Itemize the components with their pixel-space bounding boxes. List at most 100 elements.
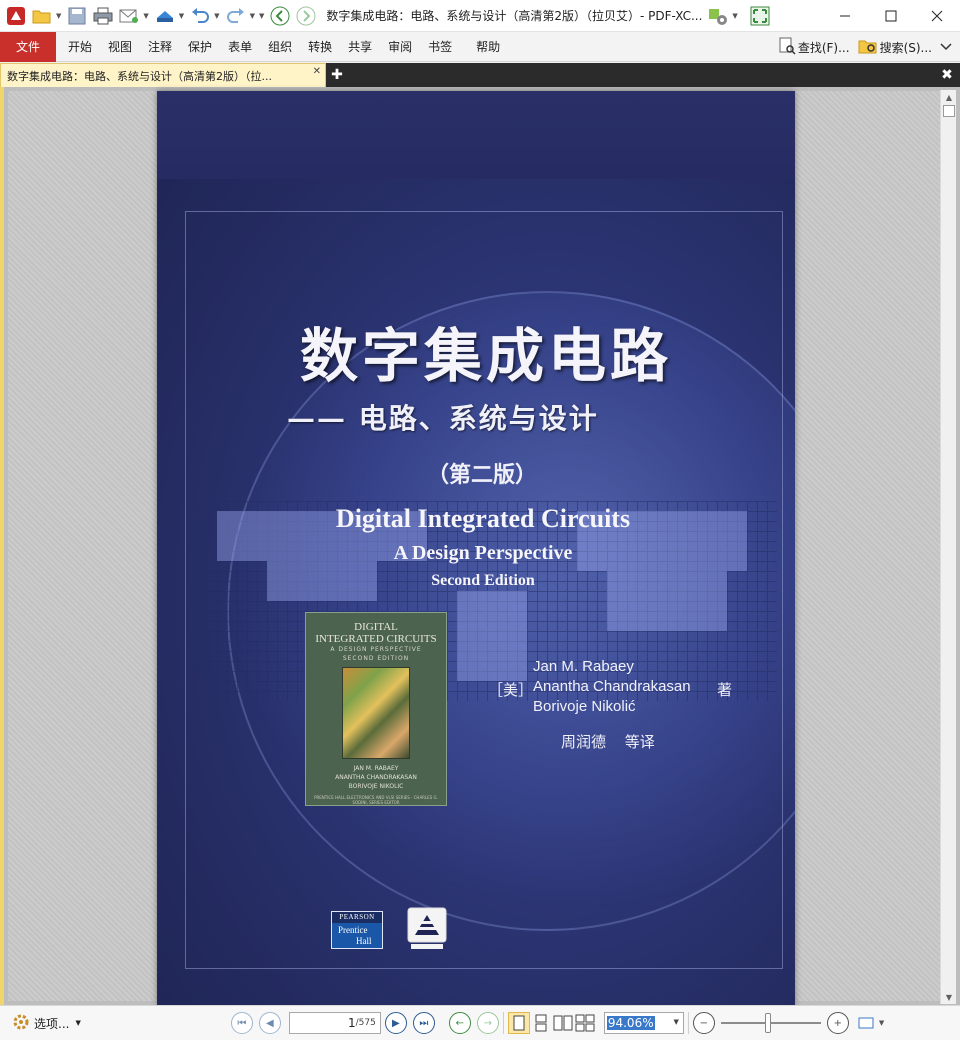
tab-close-icon[interactable]: ✕	[313, 66, 321, 77]
first-page-button[interactable]: ⏮	[230, 1012, 253, 1034]
pdf-page[interactable]: 数字集成电路 —— 电路、系统与设计 （第二版） Digital Integra…	[157, 91, 795, 1005]
prev-page-button[interactable]: ◀	[258, 1012, 281, 1034]
author-name: Anantha Chandrakasan	[533, 678, 691, 695]
page-number-field[interactable]: 1 /575	[288, 1012, 381, 1034]
previous-view-button[interactable]: ←	[448, 1012, 471, 1034]
find-icon	[778, 37, 796, 58]
fit-dropdown-icon[interactable]: ▼	[879, 1019, 884, 1027]
redo-icon[interactable]	[224, 4, 248, 28]
cover-cn-edition: （第二版）	[426, 462, 537, 488]
find-label: 查找(F)...	[797, 40, 850, 55]
search-icon	[858, 37, 878, 58]
scroll-up-arrow[interactable]: ▲	[941, 90, 957, 104]
mini-cover-publisher: PRENTICE HALL ELECTRONICS AND VLSI SERIE…	[314, 795, 438, 805]
cover-en-edition: Second Edition	[431, 572, 535, 589]
zoom-slider[interactable]	[720, 1013, 821, 1033]
cover-en-subtitle: A Design Perspective	[393, 542, 573, 564]
menu-convert[interactable]: 转换	[300, 32, 340, 62]
author-name: Jan M. Rabaey	[533, 658, 634, 675]
next-page-button[interactable]: ▶	[384, 1012, 407, 1034]
zoom-combo[interactable]: 94.06% ▼	[603, 1012, 684, 1034]
close-all-tabs-icon[interactable]: ✖	[938, 66, 956, 84]
search-label: 搜索(S)...	[879, 40, 932, 55]
undo-icon[interactable]	[188, 4, 212, 28]
scan-icon[interactable]	[153, 4, 177, 28]
fullscreen-icon[interactable]	[748, 4, 772, 28]
email-dropdown-icon[interactable]: ▼	[143, 12, 148, 20]
mini-cover-title-line2: INTEGRATED CIRCUITS	[315, 633, 437, 645]
document-tab[interactable]: 数字集成电路：电路、系统与设计（高清第2版）（拉... ✕	[0, 63, 326, 87]
menu-form[interactable]: 表单	[220, 32, 260, 62]
forward-icon[interactable]	[294, 4, 318, 28]
mini-cover-title-line1: DIGITAL	[354, 621, 398, 633]
zoom-out-button[interactable]: −	[692, 1012, 715, 1034]
authors-nationality: ［美］	[488, 681, 534, 699]
separator	[502, 1012, 504, 1034]
zoom-slider-knob[interactable]	[764, 1013, 771, 1033]
options-button[interactable]: 选项... ▼	[12, 1013, 81, 1034]
redo-dropdown-icon[interactable]: ▼	[250, 12, 255, 20]
menu-protect[interactable]: 保护	[180, 32, 220, 62]
save-icon[interactable]	[65, 4, 89, 28]
email-icon[interactable]	[117, 4, 141, 28]
customize-dropdown-icon[interactable]: ▼	[259, 12, 264, 20]
menu-organize[interactable]: 组织	[260, 32, 300, 62]
facing-view-icon[interactable]	[552, 1012, 574, 1034]
plugin-settings-icon[interactable]	[706, 4, 730, 28]
continuous-view-icon[interactable]	[530, 1012, 552, 1034]
original-cover-thumbnail: DIGITAL INTEGRATED CIRCUITS A DESIGN PER…	[305, 612, 447, 806]
mini-cover-author: ANANTHA CHANDRAKASAN	[335, 774, 417, 781]
authors-suffix: 著	[717, 681, 733, 699]
zoom-dropdown-icon[interactable]: ▼	[673, 1018, 678, 1026]
print-icon[interactable]	[91, 4, 115, 28]
open-dropdown-icon[interactable]: ▼	[56, 12, 61, 20]
scroll-down-arrow[interactable]: ▼	[941, 990, 957, 1004]
search-button[interactable]: 搜索(S)...	[858, 37, 932, 58]
total-pages: /575	[355, 1018, 376, 1028]
options-label: 选项...	[34, 1016, 70, 1031]
cover-en-title: Digital Integrated Circuits	[335, 504, 631, 533]
close-window-button[interactable]	[914, 0, 960, 32]
file-menu[interactable]: 文件	[0, 31, 56, 62]
find-button[interactable]: 查找(F)...	[778, 37, 850, 58]
cover-top-band	[157, 91, 795, 179]
next-view-button[interactable]: →	[476, 1012, 499, 1034]
continuous-facing-view-icon[interactable]	[574, 1012, 596, 1034]
new-tab-icon[interactable]: ✚	[328, 65, 346, 85]
single-page-view-icon[interactable]	[507, 1012, 530, 1034]
fit-width-icon[interactable]	[855, 1012, 877, 1034]
app-logo-icon[interactable]	[4, 4, 28, 28]
menu-bookmarks[interactable]: 书签	[420, 32, 460, 62]
options-dropdown-icon: ▼	[75, 1019, 81, 1027]
maximize-button[interactable]	[868, 0, 914, 32]
vertical-scrollbar[interactable]: ▲ ▼	[940, 90, 956, 1004]
back-icon[interactable]	[268, 4, 292, 28]
window-title: 数字集成电路：电路、系统与设计（高清第2版）（拉贝艾）- PDF-XC...	[326, 9, 703, 23]
menu-share[interactable]: 共享	[340, 32, 380, 62]
pearson-logo: PEARSON Prentice Hall	[331, 911, 383, 949]
current-page: 1	[347, 1016, 356, 1030]
mini-cover-author: JAN M. RABAEY	[353, 765, 399, 772]
menu-comment[interactable]: 注释	[140, 32, 180, 62]
scan-dropdown-icon[interactable]: ▼	[179, 12, 184, 20]
cover-cn-title: 数字集成电路	[299, 322, 672, 390]
minimize-button[interactable]	[822, 0, 868, 32]
pearson-logo-top: PEARSON	[332, 912, 382, 923]
author-name: Borivoje Nikolić	[533, 698, 636, 715]
open-folder-icon[interactable]	[30, 4, 54, 28]
zoom-in-button[interactable]: +	[826, 1012, 849, 1034]
menu-view[interactable]: 视图	[100, 32, 140, 62]
document-viewer[interactable]: 数字集成电路 —— 电路、系统与设计 （第二版） Digital Integra…	[0, 87, 960, 1005]
last-page-button[interactable]: ⏭	[412, 1012, 435, 1034]
menu-home[interactable]: 开始	[60, 32, 100, 62]
menu-review[interactable]: 审阅	[380, 32, 420, 62]
plugin-dropdown-icon[interactable]: ▼	[732, 12, 737, 20]
undo-dropdown-icon[interactable]: ▼	[214, 12, 219, 20]
ribbon-collapse-icon[interactable]	[940, 42, 952, 52]
viewer-canvas: 数字集成电路 —— 电路、系统与设计 （第二版） Digital Integra…	[8, 91, 944, 1005]
scroll-thumb[interactable]	[943, 105, 955, 117]
menu-help[interactable]: 帮助	[468, 32, 508, 62]
document-tab-bar: 数字集成电路：电路、系统与设计（高清第2版）（拉... ✕ ✚ ✖	[0, 63, 960, 87]
phei-logo	[407, 907, 447, 951]
status-bar: 选项... ▼ ⏮ ◀ 1 /575 ▶ ⏭ ← → 94.06% ▼ − + …	[0, 1005, 960, 1040]
